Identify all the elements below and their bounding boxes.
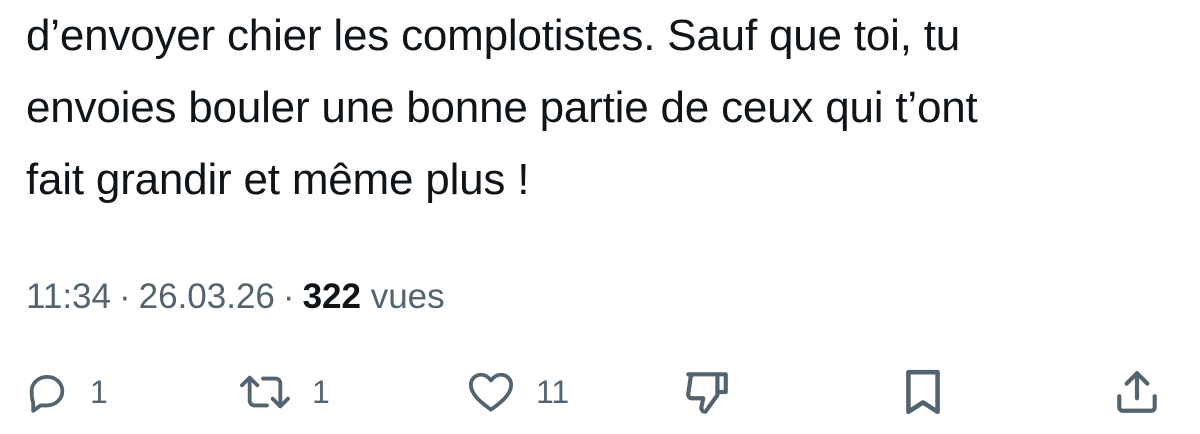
like-count: 11 [536, 374, 570, 410]
tweet-text-line: fait grandir et même plus ! [26, 155, 530, 204]
separator: · [282, 277, 295, 316]
tweet-text: d’envoyer chier les complotistes. Sauf q… [26, 0, 1176, 216]
retweet-icon [238, 369, 292, 415]
separator: · [119, 277, 131, 316]
bookmark-button[interactable] [900, 362, 946, 422]
thumbs-down-icon [682, 367, 732, 417]
tweet-time[interactable]: 11:34 [26, 277, 111, 316]
bookmark-icon [900, 367, 946, 417]
retweet-button[interactable]: 1 [238, 362, 330, 422]
tweet-date[interactable]: 26.03.26 [139, 277, 275, 316]
like-button[interactable]: 11 [466, 362, 569, 422]
tweet-action-bar: 1 1 11 [0, 362, 1200, 422]
share-button[interactable] [1112, 362, 1162, 422]
dislike-button[interactable] [682, 362, 732, 422]
retweet-count: 1 [312, 374, 330, 410]
heart-icon [466, 369, 516, 415]
share-icon [1112, 367, 1162, 417]
reply-count: 1 [90, 374, 108, 410]
reply-icon [24, 369, 70, 415]
reply-button[interactable]: 1 [24, 362, 108, 422]
views-count: 322 [302, 277, 361, 316]
views-label: vues [370, 277, 445, 316]
tweet-text-line: envoies bouler une bonne partie de ceux … [26, 83, 978, 132]
tweet-text-line: d’envoyer chier les complotistes. Sauf q… [26, 11, 961, 60]
tweet-metadata: 11:34 · 26.03.26 · 322 vues [26, 272, 445, 322]
